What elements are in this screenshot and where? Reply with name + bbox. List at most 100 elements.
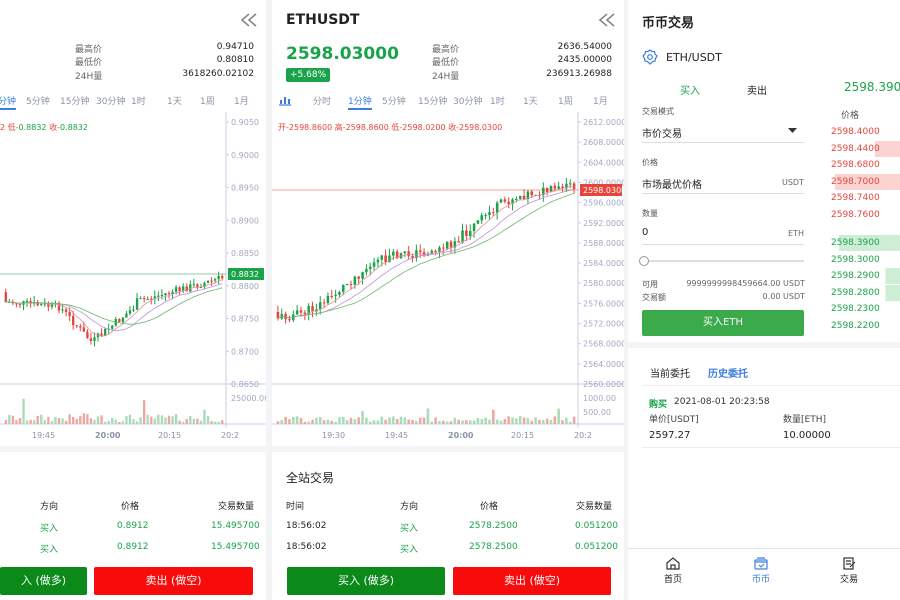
- volume-bar: [196, 418, 199, 424]
- y-tick-label: 2584.0000: [583, 259, 624, 268]
- tab-timeframe-1m[interactable]: 1分钟: [348, 94, 372, 110]
- candle-body: [484, 215, 487, 217]
- tab-buy[interactable]: 买入: [680, 82, 700, 97]
- tab-timeframe-1mo[interactable]: 1月: [234, 94, 249, 107]
- volume-bar: [303, 421, 307, 424]
- low-value: 0.80810: [216, 55, 254, 65]
- volume-bar: [36, 415, 39, 424]
- tab-sell[interactable]: 卖出: [747, 82, 767, 97]
- amount-slider-track[interactable]: [642, 260, 804, 262]
- tab-timeframe-1w[interactable]: 1周: [200, 94, 215, 107]
- candle-body: [192, 284, 196, 286]
- buy-long-button[interactable]: 入 (做多): [0, 567, 87, 595]
- volume-bar: [449, 421, 453, 424]
- candle-body: [384, 255, 387, 263]
- orderbook-bid-row[interactable]: 2598.3000: [828, 252, 900, 268]
- candle-body: [18, 304, 22, 306]
- high-value: 2636.54000: [557, 42, 612, 52]
- amount-slider-handle[interactable]: [639, 256, 649, 266]
- tab-timeframe-line[interactable]: 分时: [313, 94, 331, 107]
- nav-spot-label: 币币: [751, 575, 770, 585]
- order-side: 购买: [649, 400, 668, 410]
- tab-timeframe-1h[interactable]: 1时: [131, 94, 146, 107]
- tab-timeframe-30m[interactable]: 30分钟: [96, 94, 125, 107]
- orderbook-bid-row[interactable]: 2598.2200: [828, 318, 900, 334]
- volume-bar: [307, 421, 310, 424]
- page-title: 币币交易: [642, 16, 695, 31]
- tab-current-orders[interactable]: 当前委托: [650, 365, 690, 380]
- caret-down-icon[interactable]: [788, 128, 797, 134]
- candlestick-chart[interactable]: 0.9050 0.9000 0.8950 0.8900 0.8850 0.8800 0.87…: [0, 112, 266, 440]
- sell-short-button[interactable]: 卖出 (做空): [94, 567, 253, 595]
- candle-body: [380, 255, 384, 260]
- tab-timeframe-15m[interactable]: 15分钟: [60, 94, 89, 107]
- order-type-select[interactable]: 市价交易: [642, 125, 682, 140]
- volume-tick-label: 1000.00: [583, 394, 616, 403]
- tab-timeframe-5m[interactable]: 5分钟: [382, 94, 406, 107]
- tab-order-history[interactable]: 历史委托: [708, 365, 748, 380]
- candle-body: [79, 326, 82, 328]
- orderbook-ask-row[interactable]: 2598.6800: [828, 157, 900, 173]
- field-underline: [642, 193, 804, 194]
- buy-long-button[interactable]: 买入 (做多): [287, 567, 445, 595]
- orderbook-bid-row[interactable]: 2598.2300: [828, 301, 900, 317]
- orderbook-ask-row[interactable]: 2598.7400: [828, 190, 900, 206]
- volume-bar: [203, 409, 206, 424]
- tab-timeframe-1d[interactable]: 1天: [167, 94, 182, 107]
- volume-bar: [422, 417, 426, 424]
- x-tick-label: 20:2: [574, 431, 592, 440]
- candle-body: [93, 337, 96, 342]
- volume-bar: [96, 416, 100, 424]
- tab-timeframe-5m[interactable]: 5分钟: [26, 94, 50, 107]
- candle-body: [15, 303, 18, 305]
- volume-bar: [476, 418, 480, 424]
- volume-bar: [199, 420, 203, 424]
- orderbook-bid-row[interactable]: 2598.3900: [828, 235, 900, 251]
- trades-header-qty: 交易数量: [576, 502, 613, 512]
- tab-timeframe-15m[interactable]: 15分钟: [418, 94, 447, 107]
- volume-bar: [353, 419, 357, 424]
- candlestick-chart[interactable]: 2612.00002608.00002604.00002600.00002596…: [272, 112, 624, 440]
- volume-bar: [384, 419, 387, 424]
- orderbook-ask-row[interactable]: 2598.4000: [828, 124, 900, 140]
- trade-price: 0.8912: [117, 542, 149, 552]
- settings-icon[interactable]: [642, 49, 658, 65]
- orderbook-ask-row[interactable]: 2598.4400: [828, 140, 900, 157]
- volume-bar: [395, 418, 399, 424]
- volume-bar: [549, 419, 553, 424]
- orderbook-bid-row[interactable]: 2598.2900: [828, 268, 900, 285]
- tab-timeframe-1h[interactable]: 1时: [490, 94, 505, 107]
- last-price: 2598.3900: [844, 80, 900, 94]
- candle-body: [4, 292, 7, 302]
- orderbook-ask-row[interactable]: 2598.7000: [828, 173, 900, 190]
- nav-spot[interactable]: 币币: [731, 557, 791, 585]
- back-icon[interactable]: [598, 12, 618, 28]
- moving-average-line: [277, 193, 575, 319]
- volume-bar: [61, 418, 64, 424]
- tab-timeframe-1mo[interactable]: 1月: [593, 94, 608, 107]
- orderbook-ask-row[interactable]: 2598.7600: [828, 207, 900, 223]
- buy-eth-button[interactable]: 买入ETH: [642, 310, 804, 336]
- y-tick-label: 0.8800: [231, 282, 259, 291]
- volume-bar: [72, 416, 75, 424]
- nav-trade[interactable]: 交易: [819, 557, 879, 585]
- tab-timeframe-1w[interactable]: 1周: [558, 94, 573, 107]
- chart-type-icon[interactable]: [278, 94, 292, 106]
- volume-bar: [345, 420, 349, 424]
- candle-body: [128, 310, 132, 314]
- tab-timeframe-1m[interactable]: 分钟: [0, 94, 17, 110]
- qty-field[interactable]: 0: [642, 227, 648, 238]
- candle-body: [368, 266, 372, 269]
- orderbook-bid-row[interactable]: 2598.2800: [828, 284, 900, 301]
- price-field[interactable]: 市场最优价格: [642, 176, 702, 191]
- order-time: 2021-08-01 20:23:58: [674, 397, 770, 407]
- nav-home[interactable]: 首页: [643, 557, 703, 585]
- volume-bar: [57, 418, 61, 424]
- back-icon[interactable]: [240, 12, 260, 28]
- trading-pair[interactable]: ETH/USDT: [666, 51, 722, 64]
- sell-short-button[interactable]: 卖出 (做空): [453, 567, 611, 595]
- tab-timeframe-30m[interactable]: 30分钟: [453, 94, 482, 107]
- volume-bar: [217, 421, 220, 424]
- tab-timeframe-1d[interactable]: 1天: [523, 94, 538, 107]
- candle-body: [210, 280, 213, 282]
